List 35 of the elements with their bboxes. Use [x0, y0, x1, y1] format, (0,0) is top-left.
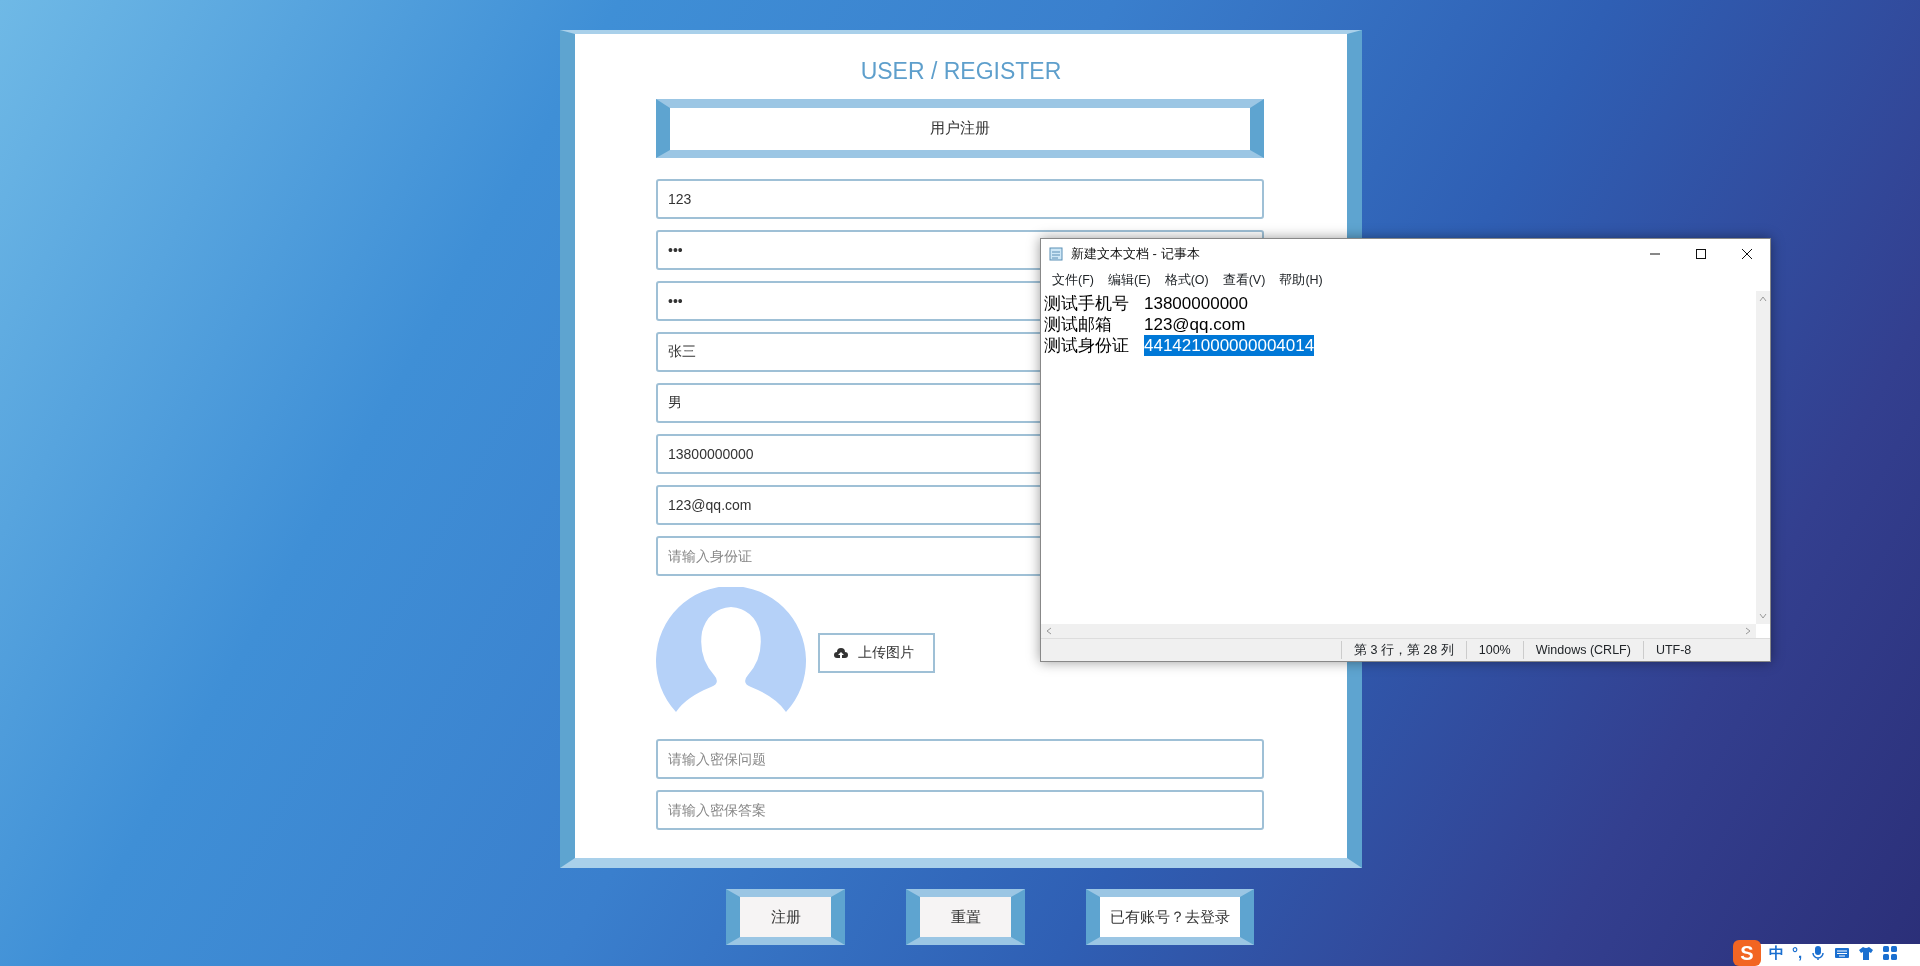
text-line-label: 测试手机号	[1044, 293, 1130, 314]
text-line-value: 13800000000	[1144, 293, 1248, 314]
status-text: 第 3 行，第 28 列	[1341, 640, 1466, 660]
status-text: 100%	[1465, 640, 1523, 660]
scroll-right-icon[interactable]	[1744, 627, 1752, 635]
form-heading: 用户注册	[656, 98, 1264, 158]
form-title: USER / REGISTER	[859, 57, 1063, 86]
maximize-icon	[1695, 248, 1707, 260]
input-field[interactable]: 123	[656, 178, 1264, 219]
notepad-icon	[1049, 247, 1063, 261]
scroll-up-icon[interactable]	[1759, 295, 1767, 303]
status-text: Windows (CRLF)	[1522, 640, 1643, 660]
cloud-upload-icon	[834, 647, 848, 658]
horizontal-scrollbar[interactable]	[1041, 624, 1756, 638]
scroll-down-icon[interactable]	[1759, 612, 1767, 620]
reset-button[interactable]: 重置	[906, 889, 1025, 945]
status-text: UTF-8	[1642, 640, 1704, 660]
shirt-icon[interactable]	[1858, 945, 1875, 961]
register-button[interactable]: 注册	[726, 889, 845, 945]
grid-icon[interactable]	[1882, 945, 1899, 961]
microphone-icon[interactable]	[1810, 945, 1827, 961]
text-line-label: 测试身份证	[1044, 335, 1130, 356]
login-link-button[interactable]: 已有账号？去登录	[1086, 889, 1254, 945]
selected-text: 441421000000004014	[1144, 335, 1315, 356]
keyboard-icon[interactable]	[1834, 945, 1851, 961]
menu-item[interactable]: 帮助(H)	[1272, 270, 1330, 290]
scroll-left-icon[interactable]	[1045, 627, 1053, 635]
ime-mode-toggle[interactable]: 中	[1769, 941, 1784, 965]
close-icon	[1741, 248, 1753, 260]
window-title: 新建文本文档 - 记事本	[1071, 245, 1201, 264]
upload-button[interactable]: 上传图片	[818, 632, 935, 673]
input-field[interactable]: 请输入密保问题	[656, 738, 1264, 779]
ime-mode-toggle[interactable]: °,	[1792, 941, 1803, 965]
input-field[interactable]: 请输入密保答案	[656, 789, 1264, 830]
vertical-scrollbar[interactable]	[1756, 291, 1770, 624]
